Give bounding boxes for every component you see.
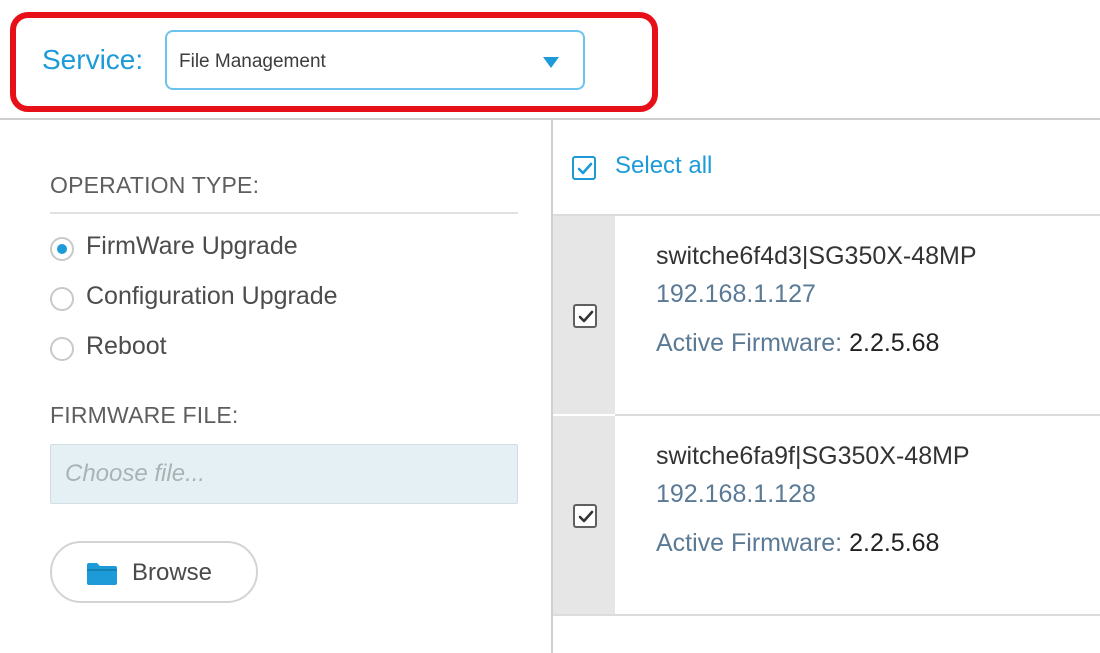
radio-button-checked[interactable] xyxy=(50,237,74,261)
active-firmware-line: Active Firmware: 2.2.5.68 xyxy=(656,529,939,558)
radio-button[interactable] xyxy=(50,337,74,361)
active-firmware-version: 2.2.5.68 xyxy=(849,329,940,357)
firmware-file-heading: FIRMWARE FILE: xyxy=(50,402,239,428)
checkmark-icon xyxy=(578,510,594,523)
service-dropdown[interactable]: File Management xyxy=(165,30,585,90)
active-firmware-label: Active Firmware: xyxy=(656,329,850,357)
checkmark-icon xyxy=(577,162,593,175)
select-all-label[interactable]: Select all xyxy=(615,152,712,180)
device-row: switche6fa9f|SG350X-48MP 192.168.1.128 A… xyxy=(553,416,1100,616)
folder-icon xyxy=(87,563,117,585)
browse-button-label: Browse xyxy=(132,559,213,586)
radio-label: FirmWare Upgrade xyxy=(86,232,298,260)
chevron-down-icon xyxy=(543,57,559,68)
active-firmware-label: Active Firmware: xyxy=(656,529,850,557)
device-checkbox[interactable] xyxy=(573,504,597,528)
firmware-file-input[interactable] xyxy=(50,444,518,504)
service-label: Service: xyxy=(42,44,144,75)
service-dropdown-value: File Management xyxy=(179,51,326,72)
device-ip: 192.168.1.127 xyxy=(656,280,816,308)
select-all-checkbox[interactable] xyxy=(572,156,596,180)
heading-divider xyxy=(50,212,518,214)
browse-button[interactable]: Browse xyxy=(50,541,258,603)
device-checkbox[interactable] xyxy=(573,304,597,328)
radio-label: Reboot xyxy=(86,332,167,360)
device-ip: 192.168.1.128 xyxy=(656,480,816,508)
operation-type-heading: OPERATION TYPE: xyxy=(50,172,260,198)
device-name: switche6f4d3|SG350X-48MP xyxy=(656,242,977,270)
checkmark-icon xyxy=(578,310,594,323)
top-divider xyxy=(0,118,1100,120)
device-row: switche6f4d3|SG350X-48MP 192.168.1.127 A… xyxy=(553,216,1100,416)
active-firmware-line: Active Firmware: 2.2.5.68 xyxy=(656,329,939,358)
device-name: switche6fa9f|SG350X-48MP xyxy=(656,442,970,470)
active-firmware-version: 2.2.5.68 xyxy=(849,529,940,557)
device-list-bottom-divider xyxy=(553,614,1100,616)
radio-label: Configuration Upgrade xyxy=(86,282,338,310)
radio-button[interactable] xyxy=(50,287,74,311)
